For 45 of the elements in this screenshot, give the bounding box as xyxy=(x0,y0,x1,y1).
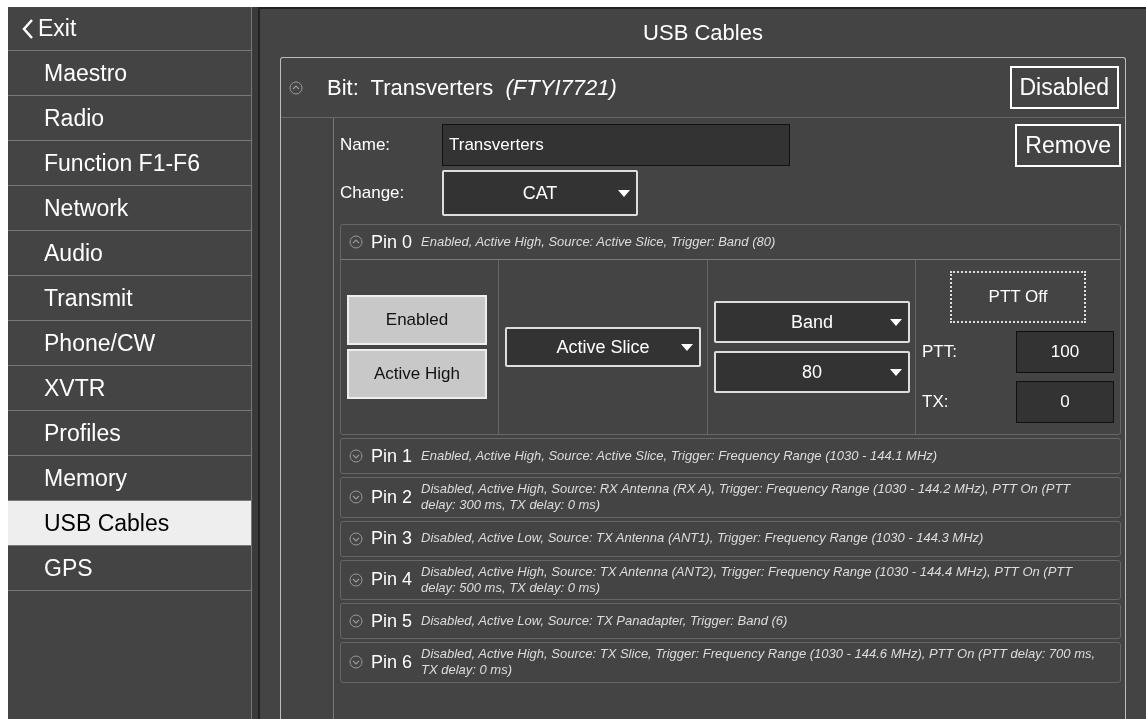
chevron-down-icon[interactable] xyxy=(349,490,363,505)
pin-summary: Enabled, Active High, Source: Active Slice, Trigger: Band (80) xyxy=(421,233,777,251)
pin-label[interactable]: Pin 4 xyxy=(371,566,421,594)
field-label: PTT: xyxy=(922,341,957,364)
pin-label[interactable]: Pin 2 xyxy=(371,483,421,511)
toggle-button[interactable]: Enabled xyxy=(347,295,487,345)
pin-label[interactable]: Pin 1 xyxy=(371,442,421,470)
pin-label[interactable]: Pin 0 xyxy=(371,228,421,256)
chevron-up-icon[interactable] xyxy=(289,80,303,95)
trigger-dropdown[interactable]: Band xyxy=(714,301,910,343)
bit-title: Bit: Transverters (FTYI7721) xyxy=(327,74,618,102)
change-dropdown[interactable]: CAT xyxy=(442,170,638,216)
chevron-down-icon[interactable] xyxy=(349,655,363,670)
pin-label[interactable]: Pin 6 xyxy=(371,648,421,676)
number-field[interactable]: 100 xyxy=(1016,331,1114,373)
page-title: USB Cables xyxy=(642,19,764,47)
pin-label[interactable]: Pin 5 xyxy=(371,607,421,635)
sidebar-item[interactable]: USB Cables xyxy=(8,501,251,546)
chevron-down-icon[interactable] xyxy=(349,572,363,587)
source-dropdown[interactable]: Active Slice xyxy=(505,327,701,367)
caret-icon xyxy=(618,190,630,198)
chevron-down-icon[interactable] xyxy=(349,449,363,463)
caret-icon xyxy=(890,319,902,327)
trigger-value-dropdown[interactable]: 80 xyxy=(714,351,910,393)
caret-icon xyxy=(890,369,902,377)
chevron-down-icon[interactable] xyxy=(349,531,363,546)
remove-button[interactable]: Remove xyxy=(1015,124,1121,167)
chevron-left-icon xyxy=(22,17,34,40)
chevron-up-icon[interactable] xyxy=(349,235,363,249)
chevron-down-icon[interactable] xyxy=(349,614,363,628)
pin-label[interactable]: Pin 3 xyxy=(371,525,421,552)
pin-summary: Disabled, Active High, Source: RX Antenna (RX A), Trigger: Frequency Range (1030 - 144.2 MHz), PTT On (PTT delay: 300 ms, TX delay: 0 ms) xyxy=(421,481,1072,514)
number-field[interactable]: 0 xyxy=(1016,381,1114,423)
field-label: Change: xyxy=(340,182,406,205)
pin-summary: Disabled, Active Low, Source: TX Antenna (ANT1), Trigger: Frequency Range (1030 - 144.3 MHz) xyxy=(421,530,985,547)
field-label: TX: xyxy=(922,391,949,414)
pin-summary: Enabled, Active High, Source: Active Slice, Trigger: Frequency Range (1030 - 144.1 MHz) xyxy=(421,447,939,465)
ptt-button[interactable]: PTT Off xyxy=(950,271,1086,323)
pin-summary: Disabled, Active High, Source: TX Antenna (ANT2), Trigger: Frequency Range (1030 - 144.4 MHz), PTT On (PTT delay: 500 ms, TX delay: 0 ms) xyxy=(421,563,1074,596)
name-field[interactable]: Transverters xyxy=(442,124,790,166)
toggle-button[interactable]: Active High xyxy=(347,349,487,399)
caret-icon xyxy=(681,344,693,352)
field-label: Name: xyxy=(340,134,392,157)
pin-summary: Disabled, Active Low, Source: TX Panadapter, Trigger: Band (6) xyxy=(421,612,789,630)
pin-summary: Disabled, Active High, Source: TX Slice, Trigger: Frequency Range (1030 - 144.6 MHz), PTT On (PTT delay: 700 ms, TX delay: 0 ms) xyxy=(421,646,1097,679)
